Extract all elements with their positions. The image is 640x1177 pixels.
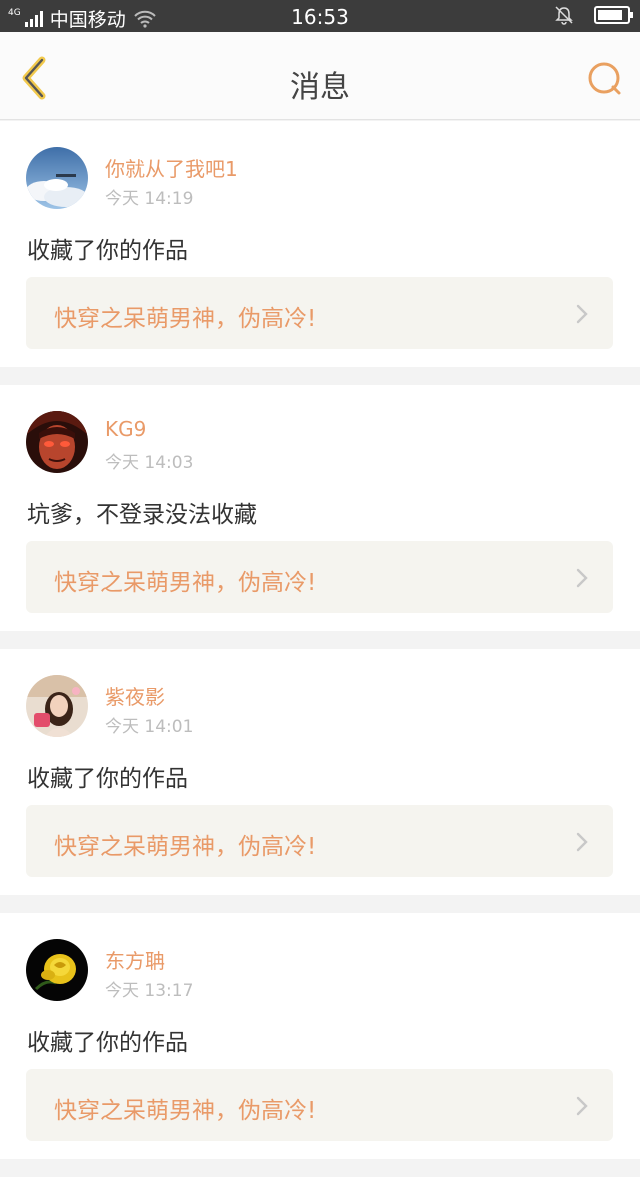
work-link[interactable]: 快穿之呆萌男神，伪高冷! (26, 541, 613, 613)
status-bar: 4G 中国移动 16:53 (0, 0, 640, 32)
message-text: 坑爹，不登录没法收藏 (27, 502, 257, 528)
battery-icon (594, 6, 633, 24)
chevron-right-icon (576, 1096, 588, 1116)
message-card: 你就从了我吧1 今天 14:19 收藏了你的作品 快穿之呆萌男神，伪高冷! (0, 121, 640, 367)
page-title: 消息 (290, 70, 350, 105)
username[interactable]: 你就从了我吧1 (105, 153, 238, 182)
work-title: 快穿之呆萌男神，伪高冷! (54, 834, 317, 860)
work-link[interactable]: 快穿之呆萌男神，伪高冷! (26, 277, 613, 349)
message-card: KG9 今天 14:03 坑爹，不登录没法收藏 快穿之呆萌男神，伪高冷! (0, 385, 640, 631)
timestamp: 今天 14:03 (105, 453, 194, 473)
message-card: 紫夜影 今天 14:01 收藏了你的作品 快穿之呆萌男神，伪高冷! (0, 649, 640, 895)
username[interactable]: 紫夜影 (105, 681, 165, 710)
avatar[interactable] (26, 939, 88, 1001)
avatar[interactable] (26, 411, 88, 473)
message-card: 东方聃 今天 13:17 收藏了你的作品 快穿之呆萌男神，伪高冷! (0, 913, 640, 1159)
timestamp: 今天 14:19 (105, 189, 194, 209)
username[interactable]: KG9 (105, 417, 146, 441)
work-link[interactable]: 快穿之呆萌男神，伪高冷! (26, 805, 613, 877)
work-link[interactable]: 快穿之呆萌男神，伪高冷! (26, 1069, 613, 1141)
clock: 16:53 (291, 5, 349, 29)
chevron-right-icon (576, 568, 588, 588)
username[interactable]: 东方聃 (105, 945, 165, 974)
message-text: 收藏了你的作品 (27, 1030, 188, 1056)
message-text: 收藏了你的作品 (27, 238, 188, 264)
chevron-right-icon (576, 304, 588, 324)
nav-bar: 消息 (0, 32, 640, 120)
mute-bell-icon (555, 6, 573, 25)
message-list: 你就从了我吧1 今天 14:19 收藏了你的作品 快穿之呆萌男神，伪高冷! KG… (0, 121, 640, 1177)
avatar[interactable] (26, 147, 88, 209)
work-title: 快穿之呆萌男神，伪高冷! (54, 570, 317, 596)
work-title: 快穿之呆萌男神，伪高冷! (54, 306, 317, 332)
timestamp: 今天 13:17 (105, 981, 194, 1001)
work-title: 快穿之呆萌男神，伪高冷! (54, 1098, 317, 1124)
status-right (554, 5, 633, 25)
chevron-right-icon (576, 832, 588, 852)
message-text: 收藏了你的作品 (27, 766, 188, 792)
avatar[interactable] (26, 675, 88, 737)
timestamp: 今天 14:01 (105, 717, 194, 737)
search-icon[interactable] (586, 60, 624, 98)
